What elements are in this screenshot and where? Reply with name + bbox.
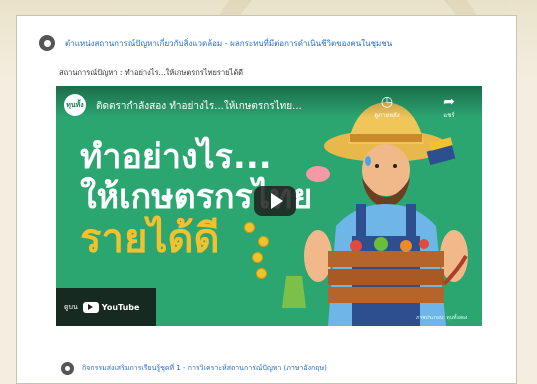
play-button[interactable] <box>254 186 296 216</box>
watch-on-youtube-button[interactable]: ดูบน YouTube <box>56 288 156 326</box>
watch-on-label: ดูบน <box>64 302 78 311</box>
video-title[interactable]: ติดตรากำลังสอง ทำอย่างไร...ให้เกษตรกรไทย… <box>96 99 302 114</box>
situation-subtitle: สถานการณ์ปัญหา : ทำอย่างไร...ให้เกษตรกรไ… <box>59 68 244 77</box>
play-icon <box>270 193 283 209</box>
channel-avatar[interactable]: ทุนทั้ง <box>64 94 86 116</box>
next-activity-link[interactable]: กิจกรรมส่งเสริมการเรียนรู้ชุดที่ 1 - การ… <box>82 363 327 374</box>
share-icon: ➦ <box>443 94 455 110</box>
share-label: แชร์ <box>443 112 455 119</box>
topic-link[interactable]: ตำแหน่งสถานการณ์ปัญหาเกี่ยวกับสิ่งแวดล้อ… <box>65 37 392 50</box>
next-activity-row: กิจกรรมส่งเสริมการเรียนรู้ชุดที่ 1 - การ… <box>61 362 327 375</box>
watch-later-label: ดูภายหลัง <box>374 112 400 119</box>
coin-icon <box>244 222 255 233</box>
clock-icon: ◷ <box>380 94 394 110</box>
coin-icon <box>256 268 267 279</box>
circle-arrow-icon <box>61 362 74 375</box>
coin-icon <box>252 252 263 263</box>
headline-line-3: รายได้ดี <box>80 216 220 262</box>
youtube-logo-icon <box>82 301 99 313</box>
topic-row: ตำแหน่งสถานการณ์ปัญหาเกี่ยวกับสิ่งแวดล้อ… <box>39 35 392 51</box>
youtube-label: YouTube <box>101 302 140 312</box>
headline-line-1: ทำอย่างไร... <box>80 137 272 177</box>
coin-icon <box>258 236 269 247</box>
video-credit: ภาพประกอบ: ทุนทั้งสอง <box>416 315 468 321</box>
youtube-embed[interactable]: ทุนทั้ง ติดตรากำลังสอง ทำอย่างไร...ให้เก… <box>56 86 482 326</box>
watch-later-button[interactable]: ◷ ดูภายหลัง <box>372 94 402 120</box>
share-button[interactable]: ➦ แชร์ <box>434 94 464 120</box>
circle-bullet-icon <box>39 35 55 51</box>
content-card: ตำแหน่งสถานการณ์ปัญหาเกี่ยวกับสิ่งแวดล้อ… <box>16 15 517 384</box>
